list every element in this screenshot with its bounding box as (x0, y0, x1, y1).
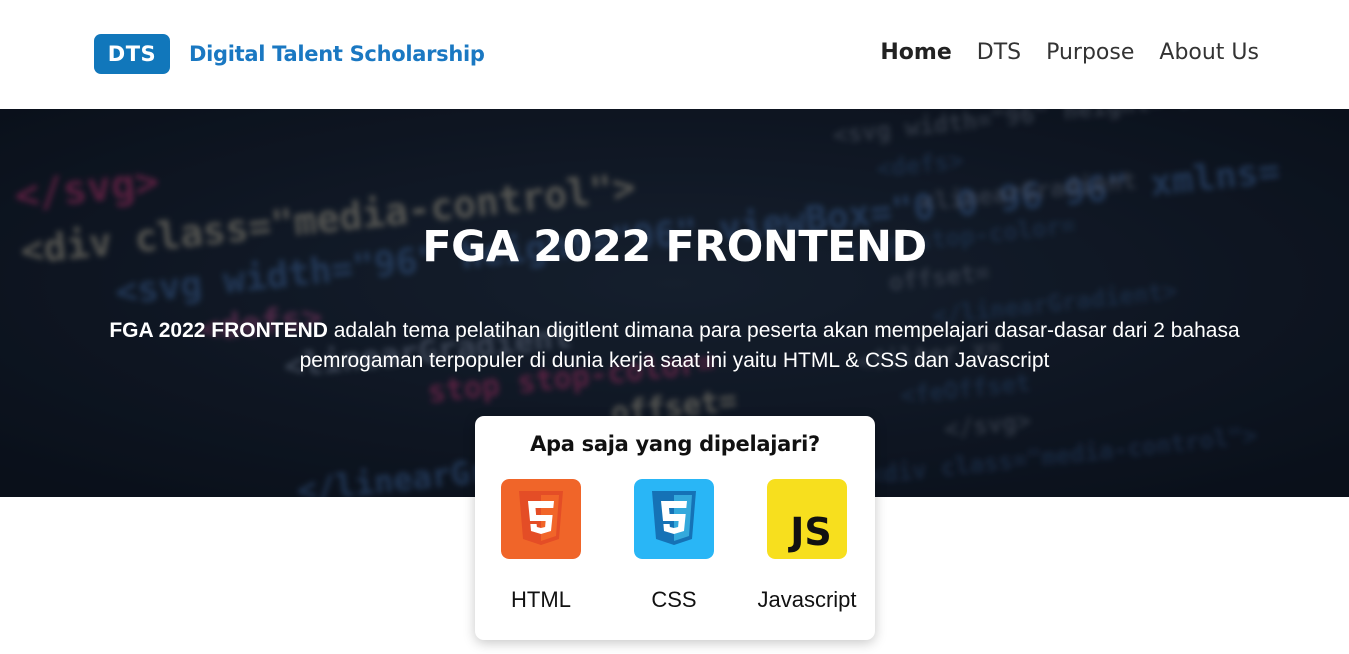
html5-icon (501, 479, 581, 559)
tech-item-javascript[interactable]: JS Javascript (747, 479, 867, 613)
nav-purpose[interactable]: Purpose (1046, 40, 1134, 65)
hero-title: FGA 2022 FRONTEND (422, 222, 927, 272)
css3-icon (634, 479, 714, 559)
nav-about-us[interactable]: About Us (1159, 40, 1259, 65)
main-nav: Home DTS Purpose About Us (880, 40, 1259, 65)
nav-home[interactable]: Home (880, 40, 951, 65)
navbar: DTS Digital Talent Scholarship Home DTS … (0, 0, 1349, 109)
tech-item-html[interactable]: HTML (481, 479, 601, 613)
brand-badge[interactable]: DTS (94, 34, 170, 74)
tech-label-javascript: Javascript (757, 587, 857, 612)
learning-card: Apa saja yang dipelajari? HTML CSS JS Ja… (475, 416, 875, 640)
brand[interactable]: DTS Digital Talent Scholarship (94, 34, 485, 74)
tech-label-html: HTML (511, 587, 571, 612)
hero-description: FGA 2022 FRONTEND adalah tema pelatihan … (100, 316, 1249, 376)
tech-item-css[interactable]: CSS (614, 479, 734, 613)
nav-dts[interactable]: DTS (977, 40, 1021, 65)
card-title: Apa saja yang dipelajari? (530, 432, 820, 456)
js-icon: JS (767, 479, 847, 559)
brand-name[interactable]: Digital Talent Scholarship (189, 42, 485, 66)
hero-description-bold: FGA 2022 FRONTEND (109, 319, 328, 342)
svg-text:JS: JS (787, 510, 832, 554)
hero-description-text: adalah tema pelatihan digitlent dimana p… (299, 319, 1240, 372)
tech-label-css: CSS (651, 587, 697, 612)
